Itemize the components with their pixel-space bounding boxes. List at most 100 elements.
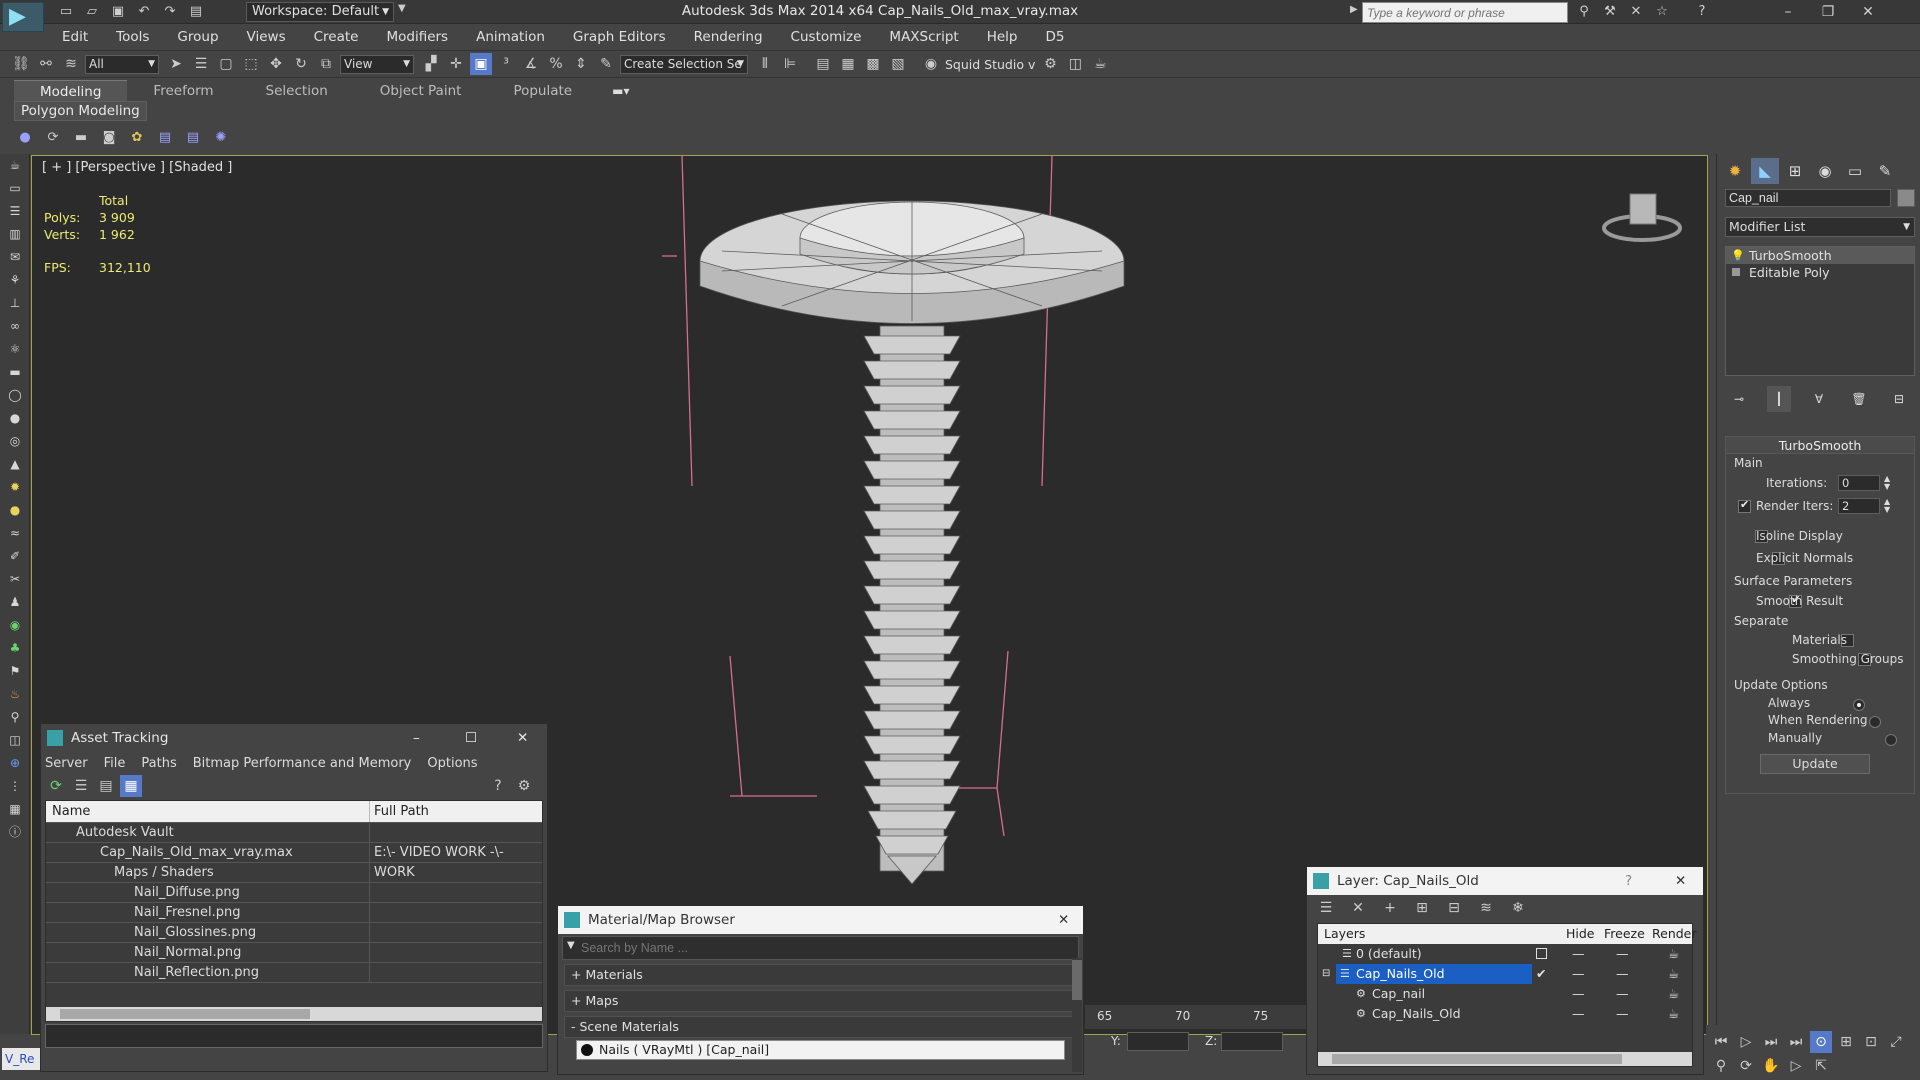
sphere-icon[interactable]: ● <box>0 407 30 430</box>
rotate-icon[interactable]: ↻ <box>290 53 312 75</box>
ribbon-options-icon[interactable]: ▬▾ <box>612 84 629 98</box>
scale-icon[interactable]: ⧉ <box>315 53 337 75</box>
current-layer-checkbox[interactable] <box>1536 948 1547 959</box>
bind-spacewarp-icon[interactable]: ≋ <box>60 53 82 75</box>
layer-row-default[interactable]: ☰ 0 (default) — — ☕ <box>1318 944 1692 964</box>
panel-icon[interactable]: ▥ <box>0 223 30 246</box>
table-row[interactable]: Maps / Shaders <box>46 863 542 883</box>
rectangle-icon[interactable]: ▬ <box>0 361 30 384</box>
pan-hand-icon[interactable]: ✋ <box>1760 1055 1782 1077</box>
viewcube[interactable] <box>1602 186 1682 246</box>
paint-icon[interactable]: ✿ <box>126 128 148 148</box>
select-by-name-icon[interactable]: ☰ <box>190 53 212 75</box>
refresh-icon[interactable]: ⟳ <box>45 775 67 797</box>
render-teapot-icon[interactable]: ☕ <box>1668 964 1679 984</box>
menu-maxscript[interactable]: MAXScript <box>875 26 972 48</box>
rollout-title[interactable]: TurboSmooth <box>1725 436 1915 454</box>
freeze-all-icon[interactable]: ❄ <box>1507 897 1529 919</box>
modify-tab-icon[interactable]: ◣ <box>1751 158 1779 184</box>
help-icon[interactable]: ? <box>1625 867 1632 895</box>
close-icon[interactable]: ✕ <box>1675 867 1686 895</box>
col-layers-header[interactable]: Layers <box>1318 926 1365 941</box>
close-icon[interactable]: ✕ <box>1848 0 1888 24</box>
asset-tracking-titlebar[interactable]: Asset Tracking – ☐ ✕ <box>41 724 547 752</box>
schematic-view-icon[interactable]: ▧ <box>887 53 909 75</box>
link-icon[interactable]: ⛓ <box>10 53 32 75</box>
menu-options[interactable]: Options <box>427 756 477 771</box>
scrollbar-thumb[interactable] <box>1072 960 1082 1000</box>
zoom-extents-icon[interactable]: ⊞ <box>1835 1031 1857 1053</box>
table-row[interactable]: Nail_Fresnel.png <box>46 903 542 923</box>
maxscript-listener-mini[interactable]: V_Re <box>2 1048 40 1070</box>
col-name-header[interactable]: Name <box>46 804 90 819</box>
knot-icon[interactable]: ⚛ <box>0 338 30 361</box>
stack-icon[interactable]: ▦ <box>0 798 30 821</box>
scene-explorer-icon[interactable]: ▦ <box>837 53 859 75</box>
freeze-toggle[interactable]: — <box>1616 944 1629 964</box>
render-frame-icon[interactable]: ▤ <box>154 128 176 148</box>
table-view-icon[interactable]: ▦ <box>120 775 142 797</box>
angle-snap-icon[interactable]: ∡ <box>520 53 542 75</box>
layers-icon[interactable]: ◫ <box>0 729 30 752</box>
col-path-header[interactable]: Full Path <box>374 801 429 823</box>
search-expand-icon[interactable]: ▶ <box>1350 4 1358 15</box>
refresh-icon[interactable]: ⟳ <box>42 128 64 148</box>
table-row[interactable]: Autodesk Vault <box>46 823 542 843</box>
y-coordinate-field[interactable] <box>1127 1032 1189 1051</box>
tab-freeform[interactable]: Freeform <box>127 80 239 102</box>
collapse-icon[interactable]: ⊟ <box>1322 964 1330 984</box>
move-icon[interactable]: ✥ <box>265 53 287 75</box>
add-to-layer-icon[interactable]: + <box>1379 897 1401 919</box>
show-end-result-icon[interactable]: ┃ <box>1767 386 1791 412</box>
layer-window-titlebar[interactable]: Layer: Cap_Nails_Old ? ✕ <box>1307 867 1703 895</box>
options-icon[interactable]: ⚙ <box>513 775 535 797</box>
hide-toggle[interactable]: — <box>1572 984 1585 1004</box>
make-unique-icon[interactable]: ∀ <box>1807 386 1831 412</box>
circle-icon[interactable]: ◯ <box>0 384 30 407</box>
table-row[interactable]: Cap_Nails_Old_max_vray.max E:\- VIDEO WOR… <box>46 843 542 880</box>
render-iters-checkbox[interactable] <box>1738 498 1751 513</box>
settings-gear-icon[interactable]: ✺ <box>210 128 232 148</box>
hide-toggle[interactable]: — <box>1572 944 1585 964</box>
next-frame-icon[interactable]: ⏭ <box>1760 1031 1782 1053</box>
highlight-selected-icon[interactable]: ⊟ <box>1443 897 1465 919</box>
detail-view-icon[interactable]: ▤ <box>95 775 117 797</box>
object-color-swatch[interactable] <box>1897 189 1915 207</box>
wrench-icon[interactable]: ✂ <box>0 568 30 591</box>
brush-icon[interactable]: ✐ <box>0 545 30 568</box>
network-icon[interactable]: ⊕ <box>0 752 30 775</box>
spinner-arrows-icon[interactable]: ▲ ▼ <box>1884 475 1890 491</box>
menu-rendering[interactable]: Rendering <box>680 26 777 48</box>
menu-group[interactable]: Group <box>163 26 232 48</box>
col-freeze-header[interactable]: Freeze <box>1604 924 1645 944</box>
select-object-icon[interactable]: ➤ <box>165 53 187 75</box>
menu-customize[interactable]: Customize <box>777 26 876 48</box>
asset-status-field[interactable] <box>45 1024 543 1048</box>
frame-buffer-icon[interactable]: ▤ <box>182 128 204 148</box>
horizontal-scrollbar[interactable] <box>46 1007 542 1021</box>
project-folder-icon[interactable]: ▤ <box>186 3 206 21</box>
maps-section[interactable]: + Maps <box>564 990 1073 1012</box>
list-icon[interactable]: ☰ <box>0 200 30 223</box>
scrollbar-thumb[interactable] <box>60 1009 310 1019</box>
zoom-region-icon[interactable]: ⊡ <box>1860 1031 1882 1053</box>
table-row[interactable]: Nail_Diffuse.png <box>46 883 542 903</box>
expand-toggle-icon[interactable] <box>1732 268 1740 276</box>
rendered-frame-icon[interactable]: ◫ <box>1064 53 1086 75</box>
unlink-icon[interactable]: ⚯ <box>35 53 57 75</box>
binoculars-icon[interactable]: ⚲ <box>1574 3 1594 21</box>
manually-radio[interactable] <box>1885 733 1898 746</box>
teapot-icon[interactable]: ☕ <box>0 154 30 177</box>
help-icon[interactable]: ? <box>1692 3 1712 21</box>
scrollbar-thumb[interactable] <box>1332 1054 1622 1064</box>
materials-section[interactable]: + Materials <box>564 964 1073 986</box>
open-file-icon[interactable]: ▱ <box>82 3 102 21</box>
light-icon[interactable]: ✹ <box>0 476 30 499</box>
col-render-header[interactable]: Render <box>1652 924 1697 944</box>
field-of-view-icon[interactable]: ▷ <box>1785 1055 1807 1077</box>
cone-icon[interactable]: ▲ <box>0 453 30 476</box>
menu-file[interactable]: File <box>104 756 126 771</box>
viewport-label[interactable]: [ + ] [Perspective ] [Shaded ] <box>42 160 232 175</box>
mirror-icon[interactable]: ⫴ <box>754 53 776 75</box>
freeze-toggle[interactable]: — <box>1616 1004 1629 1024</box>
